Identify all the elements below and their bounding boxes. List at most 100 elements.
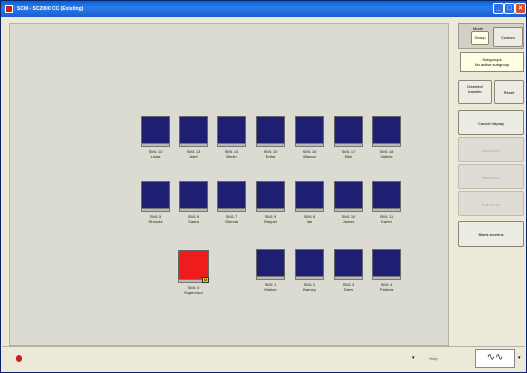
student-monitor[interactable]: SM1 16 Blanca [295, 116, 324, 159]
monitor-base [334, 276, 363, 280]
deselect-transfer-button[interactable]: Deselect transfer [458, 80, 492, 104]
side-panel: Mode Group Custom Subgroups No active su… [456, 23, 524, 346]
monitor-screen [295, 116, 324, 143]
reset-button[interactable]: Reset [494, 80, 524, 104]
subgroup-value: No active subgroup [474, 62, 510, 67]
monitor-screen [295, 249, 324, 276]
monitor-screen [141, 116, 170, 143]
monitor-base [256, 276, 285, 280]
window-title: SCM - SC2000 CC (Existing) [17, 6, 84, 12]
monitor-base [295, 143, 324, 147]
student-monitor[interactable]: SM1 15 Edfra [256, 116, 285, 159]
monitor-label: SM1 6 Saara [187, 214, 200, 224]
monitor-base [295, 208, 324, 212]
monitor-screen [256, 116, 285, 143]
monitor-base [256, 208, 285, 212]
handshake-icon: ∿∿ [486, 352, 504, 363]
monitor-base [256, 143, 285, 147]
subgroup-panel[interactable]: Subgroups No active subgroup [460, 52, 524, 72]
classroom-workspace: M SM1 0 Supervisor SM1 12 Linda SM1 13 Ad… [9, 23, 449, 346]
interactive-button-2[interactable]: Interactive [458, 164, 524, 189]
monitor-screen [334, 116, 363, 143]
student-monitor[interactable]: SM1 10 James [334, 181, 363, 224]
monitor-screen [256, 181, 285, 208]
monitor-base [217, 143, 246, 147]
dropdown-arrow-icon-2[interactable]: ▾ [518, 355, 521, 361]
student-monitor[interactable]: SM1 1 Marion [256, 249, 285, 292]
monitor-label: SM1 13 Adel [186, 149, 201, 159]
app-icon [5, 5, 13, 13]
monitor-screen [334, 181, 363, 208]
monitor-screen [372, 181, 401, 208]
supervisor-screen [178, 250, 209, 279]
student-monitor[interactable]: SM1 5 Rhonda [141, 181, 170, 224]
alert-icon[interactable] [16, 355, 22, 362]
student-monitor[interactable]: SM1 2 Barney [295, 249, 324, 292]
title-bar: SCM - SC2000 CC (Existing) _ □ × [1, 1, 526, 17]
close-button[interactable]: × [515, 3, 526, 14]
monitor-screen [334, 249, 363, 276]
dropdown-arrow-icon[interactable]: ▾ [412, 355, 415, 361]
communication-button[interactable]: ∿∿ [475, 349, 515, 368]
student-monitor[interactable]: SM1 9 Raquel [256, 181, 285, 224]
monitor-base [179, 208, 208, 212]
student-monitor[interactable]: SM1 4 Patricia [372, 249, 401, 292]
monitor-base [295, 276, 324, 280]
student-monitor[interactable]: SM1 14 Berlin [217, 116, 246, 159]
monitor-label: SM1 9 Raquel [264, 214, 277, 224]
interactive-button-1[interactable]: Interactive [458, 137, 524, 162]
student-monitor[interactable]: SM1 13 Adel [179, 116, 208, 159]
monitor-base [217, 208, 246, 212]
status-bar: ▾ Help ∿∿ ▾ [2, 346, 525, 372]
monitor-screen [217, 181, 246, 208]
monitor-label: SM1 2 Barney [303, 282, 316, 292]
monitor-label: SM1 7 Glenda [225, 214, 238, 224]
student-monitor[interactable]: SM1 18 Valerie [372, 116, 401, 159]
minimize-button[interactable]: _ [493, 3, 504, 14]
follow-me-button[interactable]: Follow me [458, 191, 524, 216]
monitor-label: SM1 1 Marion [264, 282, 277, 292]
monitor-screen [141, 181, 170, 208]
monitor-label: SM1 11 Karen [379, 214, 394, 224]
monitor-screen [217, 116, 246, 143]
custom-button[interactable]: Custom [493, 27, 523, 47]
supervisor-badge: M [202, 277, 209, 283]
monitor-label: SM1 18 Valerie [379, 149, 394, 159]
student-monitor[interactable]: SM1 11 Karen [372, 181, 401, 224]
monitor-base [141, 208, 170, 212]
student-monitor[interactable]: SM1 17 Ellie [334, 116, 363, 159]
monitor-label: SM1 5 Rhonda [148, 214, 163, 224]
mode-group: Mode Group Custom [458, 23, 524, 49]
monitor-label: SM1 12 Linda [148, 149, 163, 159]
main-window: SCM - SC2000 CC (Existing) _ □ × M SM1 0… [0, 0, 527, 373]
monitor-label: SM1 8 Ian [303, 214, 316, 224]
monitor-screen [372, 116, 401, 143]
monitor-base [372, 276, 401, 280]
blank-screens-button[interactable]: Blank screens [458, 221, 524, 247]
monitor-label: SM1 4 Patricia [379, 282, 394, 292]
monitor-screen [372, 249, 401, 276]
student-monitor[interactable]: SM1 8 Ian [295, 181, 324, 224]
help-button[interactable]: Help [419, 349, 448, 369]
student-monitor[interactable]: SM1 3 Drew [334, 249, 363, 292]
monitor-base [334, 208, 363, 212]
monitor-label: SM1 14 Berlin [224, 149, 239, 159]
group-button[interactable]: Group [471, 31, 489, 45]
student-monitor[interactable]: SM1 7 Glenda [217, 181, 246, 224]
monitor-base [179, 143, 208, 147]
monitor-base [141, 143, 170, 147]
supervisor-label: SM1 0 Supervisor [183, 285, 204, 295]
monitor-screen [179, 181, 208, 208]
supervisor-monitor[interactable]: M SM1 0 Supervisor [178, 250, 209, 295]
monitor-base [372, 208, 401, 212]
monitor-screen [295, 181, 324, 208]
student-monitor[interactable]: SM1 12 Linda [141, 116, 170, 159]
monitor-screen [256, 249, 285, 276]
monitor-label: SM1 15 Edfra [263, 149, 278, 159]
monitor-label: SM1 3 Drew [342, 282, 355, 292]
monitor-label: SM1 10 James [341, 214, 356, 224]
monitor-base [372, 143, 401, 147]
cancel-display-button[interactable]: Cancel display [458, 110, 524, 135]
student-monitor[interactable]: SM1 6 Saara [179, 181, 208, 224]
maximize-button[interactable]: □ [504, 3, 515, 14]
